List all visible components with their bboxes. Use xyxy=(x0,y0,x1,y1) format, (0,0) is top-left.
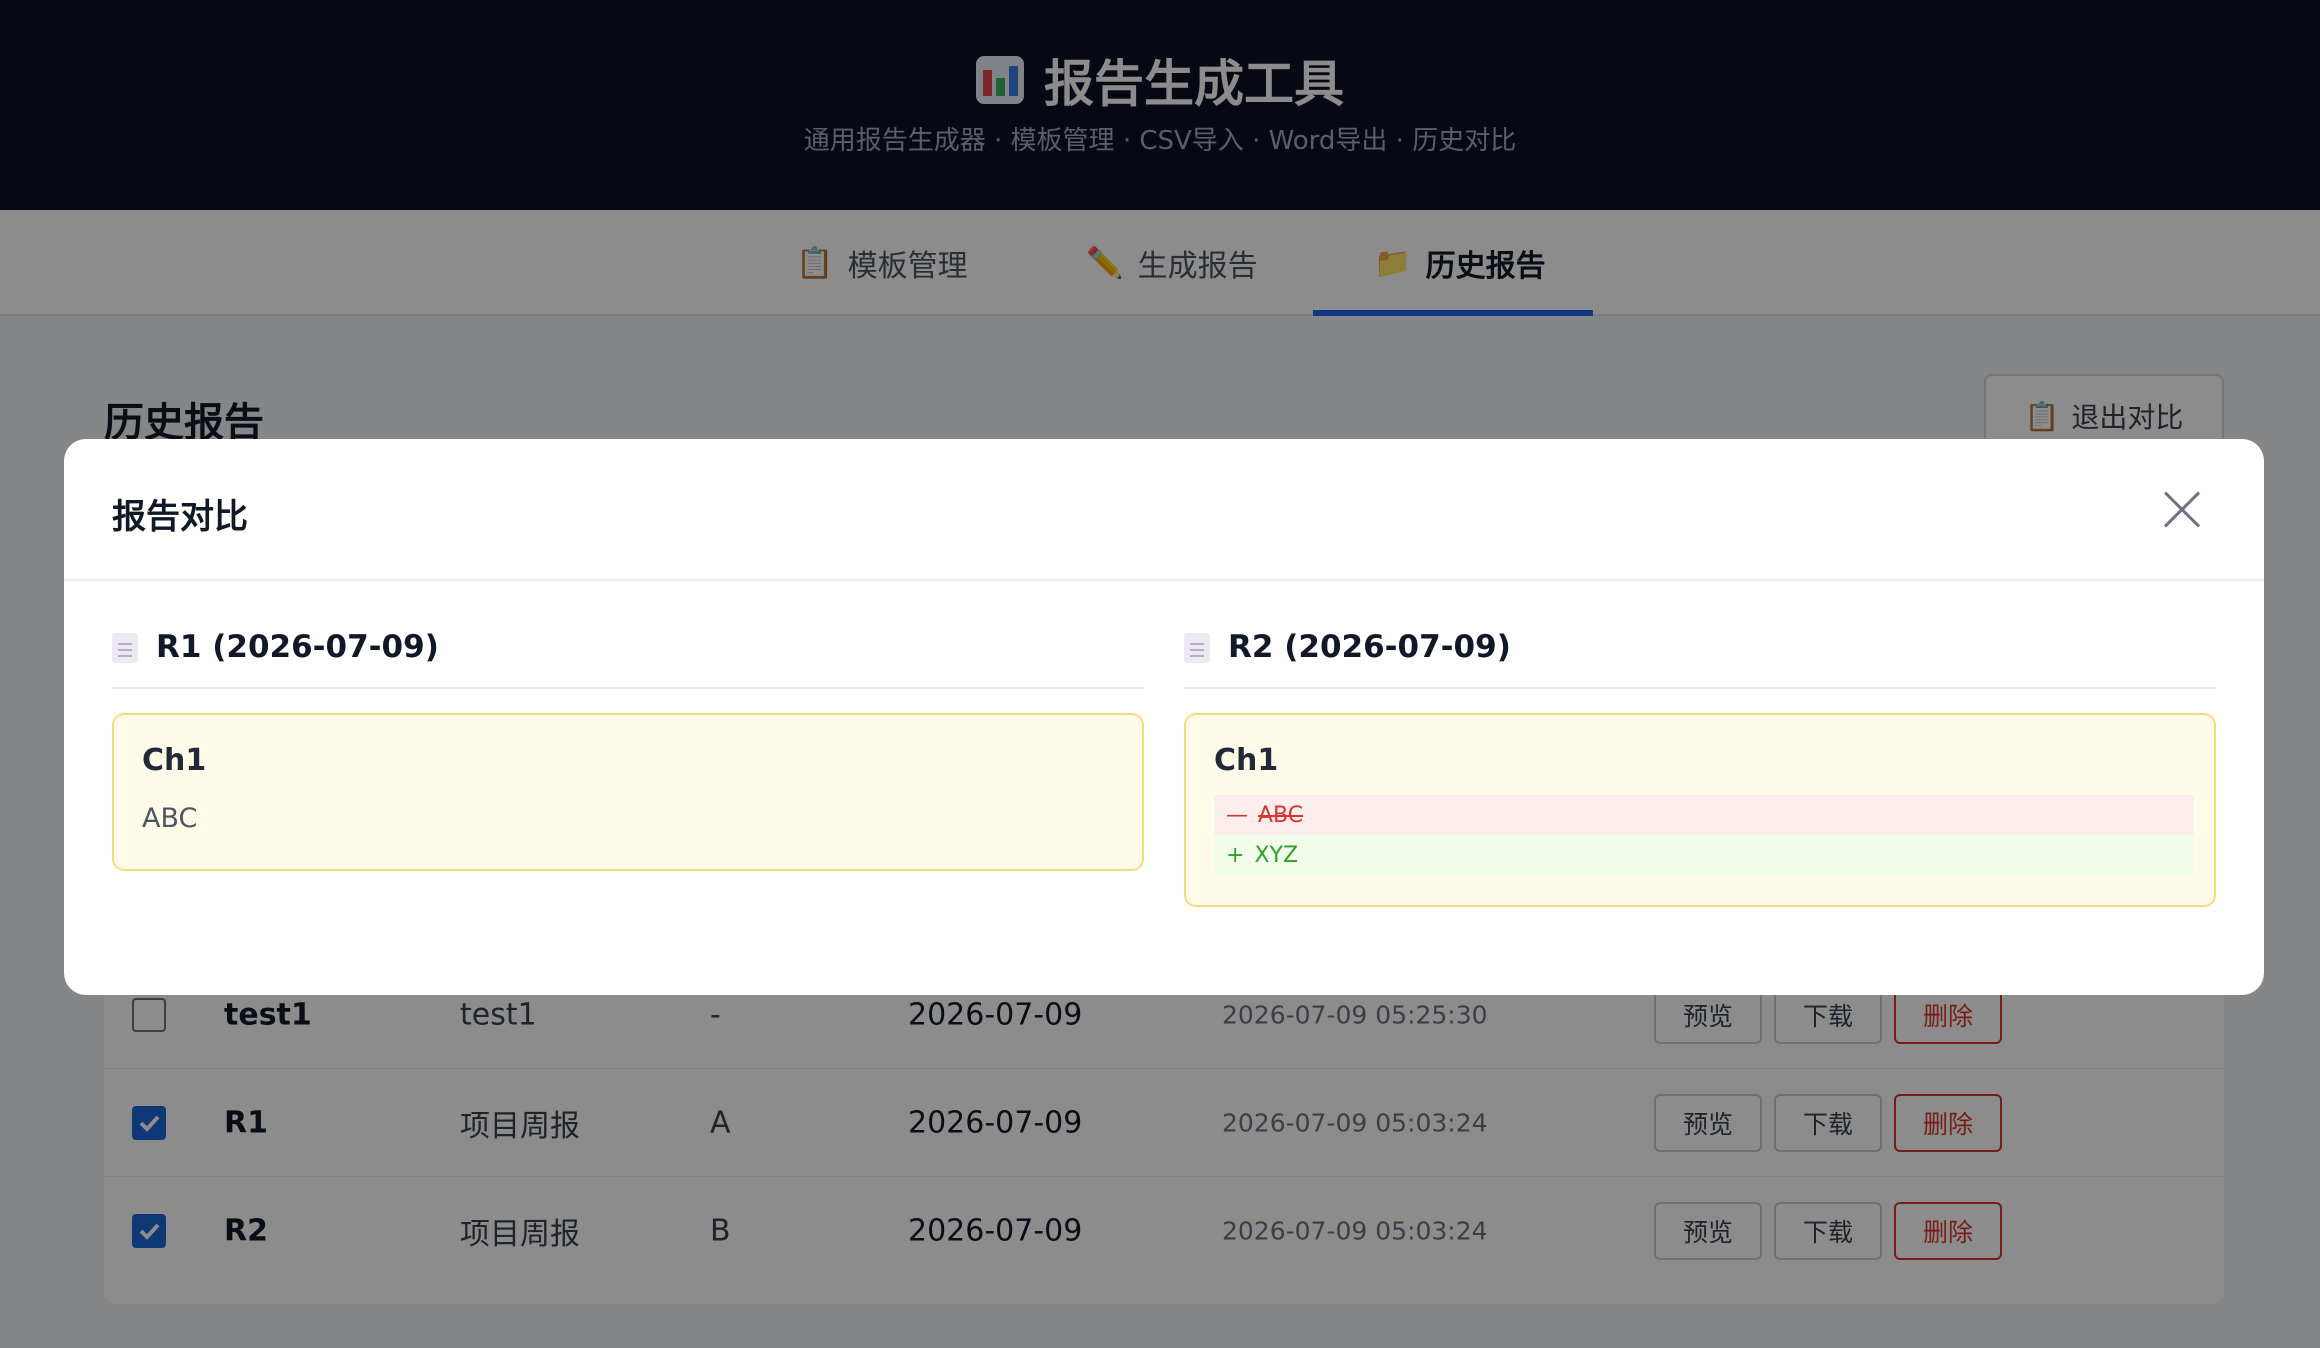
diff-added-marker: + xyxy=(1226,842,1245,868)
modal-header: 报告对比 xyxy=(64,439,2264,581)
compare-modal: 报告对比 R1 (2026-07-09) Ch1 ABC R2 (2026-07… xyxy=(64,439,2264,995)
document-icon xyxy=(1184,633,1210,663)
chapter-content: ABC xyxy=(142,803,198,834)
right-report-title: R2 (2026-07-09) xyxy=(1228,629,1511,665)
left-report-title: R1 (2026-07-09) xyxy=(156,629,439,665)
diff-added-line: + XYZ xyxy=(1214,835,2194,875)
diff-removed-marker: — xyxy=(1226,802,1248,828)
document-icon xyxy=(112,633,138,663)
modal-title: 报告对比 xyxy=(112,497,248,537)
close-icon[interactable] xyxy=(2164,491,2200,527)
diff-removed-line: — ABC xyxy=(1214,795,2194,835)
diff-added-text: XYZ xyxy=(1254,842,1299,868)
left-report-heading: R1 (2026-07-09) xyxy=(112,629,1144,689)
right-report-heading: R2 (2026-07-09) xyxy=(1184,629,2216,689)
diff-removed-text: ABC xyxy=(1258,802,1304,828)
chapter-title: Ch1 xyxy=(1214,743,1279,778)
left-chapter-card: Ch1 ABC xyxy=(112,713,1144,871)
chapter-title: Ch1 xyxy=(142,743,207,778)
right-chapter-card: Ch1 — ABC + XYZ xyxy=(1184,713,2216,907)
